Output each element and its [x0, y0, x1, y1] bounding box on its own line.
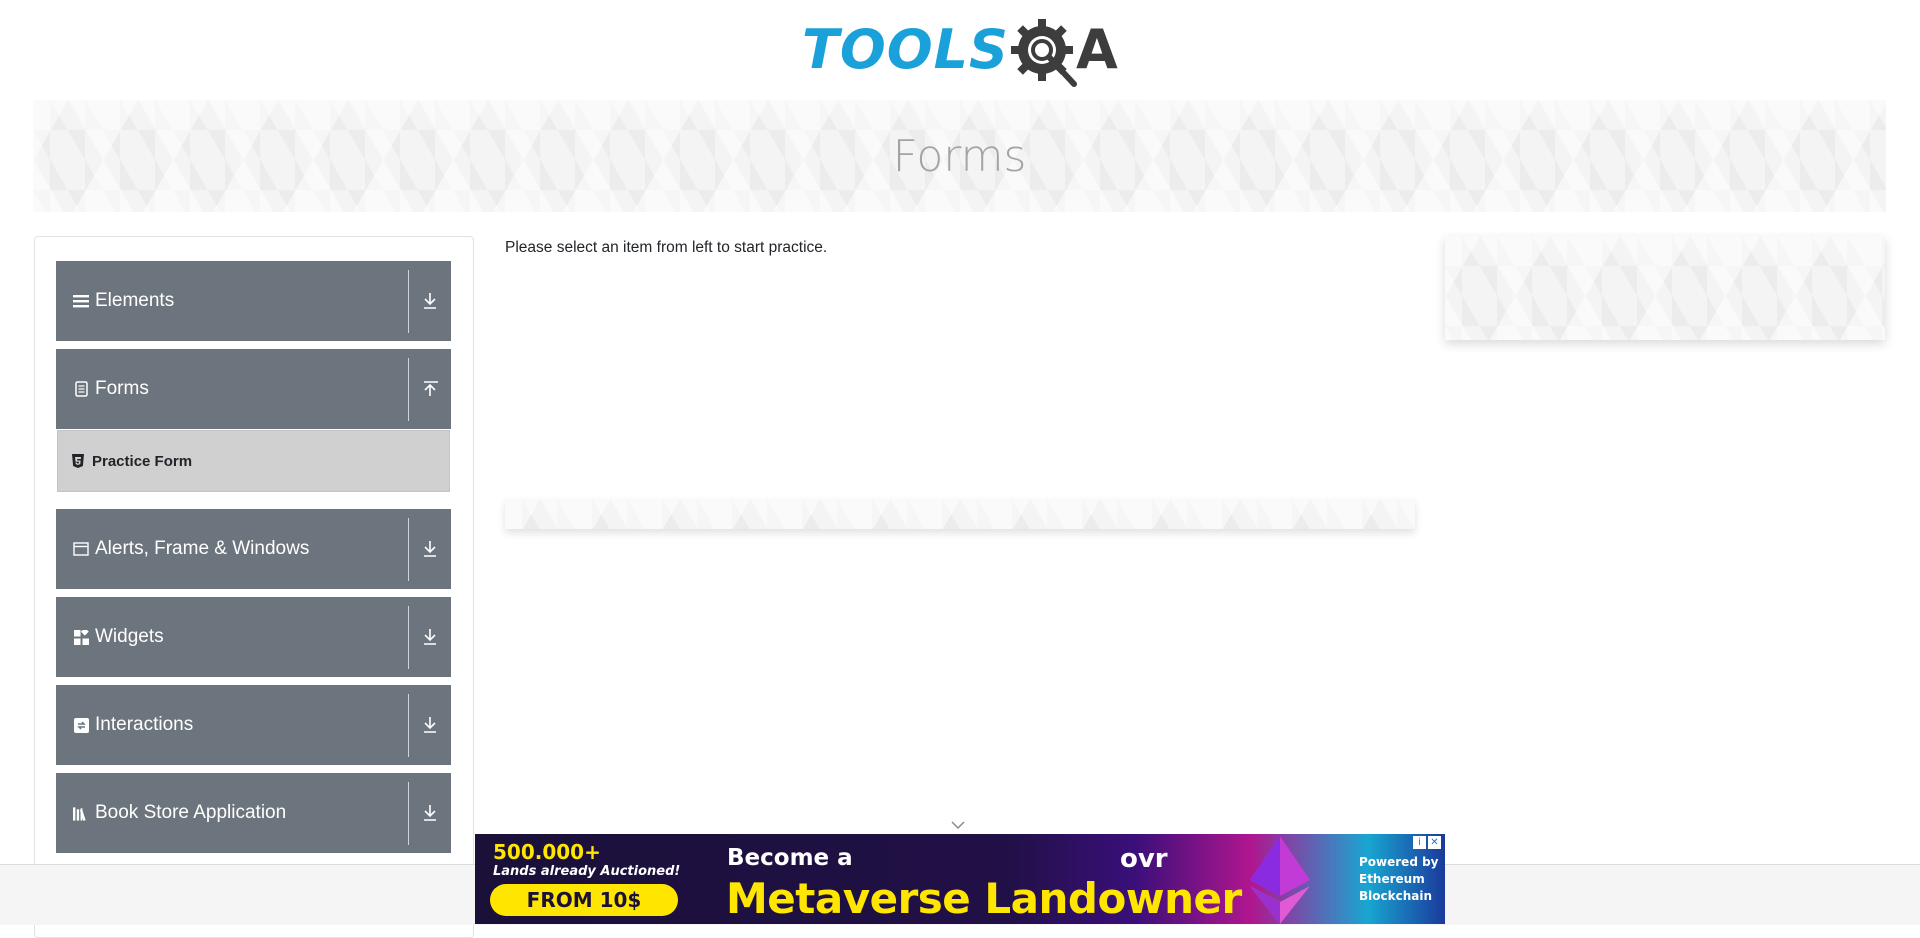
document-icon — [73, 381, 89, 397]
sidebar-group-alerts-frame-windows[interactable]: Alerts, Frame & Windows — [56, 509, 451, 589]
hamburger-icon — [73, 293, 89, 309]
toolsqa-logo[interactable]: TOOLS A — [800, 14, 1125, 92]
sidebar-group-label: Interactions — [95, 714, 194, 735]
ad-placeholder-strip — [505, 499, 1415, 529]
download-arrow-icon[interactable] — [409, 540, 451, 558]
sidebar-group-forms[interactable]: Forms — [56, 349, 451, 429]
sidebar-group-label: Book Store Application — [95, 802, 287, 823]
download-arrow-icon[interactable] — [409, 292, 451, 310]
divider — [408, 605, 409, 669]
ad-powered-by-text: Powered by Ethereum Blockchain — [1359, 854, 1439, 905]
sidebar-item-label: Practice Form — [92, 452, 193, 470]
divider — [408, 269, 409, 333]
sidebar-group-widgets[interactable]: Widgets — [56, 597, 451, 677]
html5-icon — [72, 453, 86, 469]
bottom-advertisement[interactable]: 500.000+ Lands already Auctioned! FROM 1… — [475, 834, 1445, 924]
gear-magnifier-icon — [1011, 19, 1077, 87]
sidebar-group-interactions[interactable]: Interactions — [56, 685, 451, 765]
sidebar-group-label: Alerts, Frame & Windows — [95, 538, 310, 559]
ad-placeholder-right — [1445, 236, 1885, 340]
sidebar-item-practice-form[interactable]: Practice Form — [57, 430, 450, 492]
left-panel: Elements Forms Practice Form Alerts, Fra… — [34, 236, 474, 938]
ad-powered-line: Blockchain — [1359, 889, 1433, 903]
ad-headline-top: Become a — [727, 845, 853, 871]
books-icon — [73, 805, 89, 821]
ad-powered-line: Ethereum — [1359, 872, 1425, 886]
sidebar-group-book-store-application[interactable]: Book Store Application — [56, 773, 451, 853]
intro-text: Please select an item from left to start… — [505, 239, 828, 256]
divider — [408, 781, 409, 845]
ad-cta-button[interactable]: FROM 10$ — [490, 884, 678, 916]
logo-letter-a: A — [1076, 18, 1118, 81]
ad-brand-logo: ovr — [1120, 844, 1168, 874]
ad-powered-line: Powered by — [1359, 855, 1439, 869]
divider — [408, 693, 409, 757]
widgets-icon — [73, 629, 89, 645]
ad-headline-main: Metaverse Landowner — [726, 874, 1242, 923]
download-arrow-icon[interactable] — [409, 804, 451, 822]
download-arrow-icon[interactable] — [409, 628, 451, 646]
window-icon — [73, 541, 89, 557]
ad-info-icon[interactable]: i — [1413, 836, 1426, 849]
interactions-icon — [73, 717, 89, 733]
chevron-down-icon[interactable] — [950, 820, 966, 830]
sidebar-group-label: Forms — [95, 378, 149, 399]
page-banner: Forms — [33, 100, 1886, 212]
logo-wordmark: TOOLS — [802, 18, 1009, 81]
ad-controls: i ✕ — [1413, 836, 1441, 849]
upload-arrow-icon[interactable] — [409, 380, 451, 398]
divider — [408, 357, 409, 421]
sidebar-group-elements[interactable]: Elements — [56, 261, 451, 341]
page-title: Forms — [892, 130, 1027, 182]
ad-count-text: 500.000+ — [493, 840, 601, 864]
ad-subtitle-text: Lands already Auctioned! — [493, 864, 681, 879]
sidebar-group-label: Elements — [95, 290, 175, 311]
ad-close-icon[interactable]: ✕ — [1428, 836, 1441, 849]
download-arrow-icon[interactable] — [409, 716, 451, 734]
sidebar-group-label: Widgets — [95, 626, 164, 647]
divider — [408, 517, 409, 581]
ethereum-gem-icon — [1250, 836, 1310, 924]
